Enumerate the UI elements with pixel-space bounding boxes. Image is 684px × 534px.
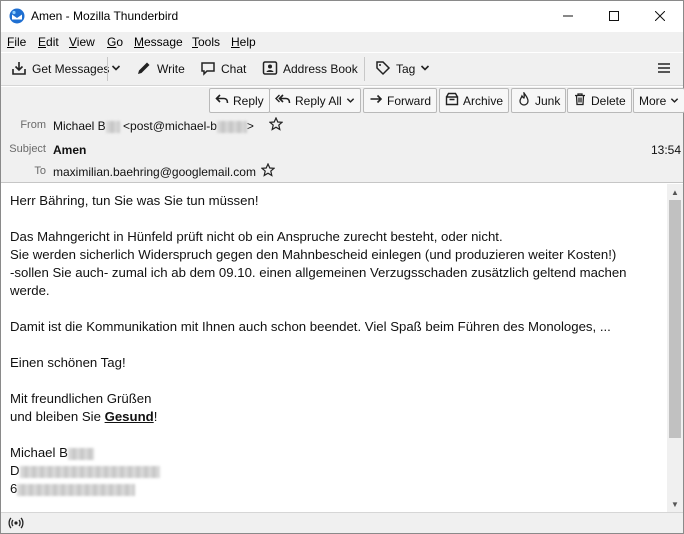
subject-value: Amen <box>53 143 87 157</box>
menu-file[interactable]: File <box>7 35 26 49</box>
redacted-text <box>105 120 120 133</box>
forward-arrow-icon <box>369 92 383 109</box>
chevron-down-icon <box>346 94 355 108</box>
message-header-pane: Reply Reply All Forward Archive Junk Del… <box>1 87 684 183</box>
online-status-icon[interactable] <box>8 516 24 533</box>
reply-all-icon <box>275 92 291 109</box>
body-line: Einen schönen Tag! <box>10 355 126 370</box>
menu-bar: File Edit View Go Message Tools Help <box>1 32 683 52</box>
to-label: To <box>34 165 46 177</box>
minimize-button[interactable] <box>545 1 591 31</box>
download-icon <box>11 60 27 79</box>
star-icon[interactable] <box>260 162 276 180</box>
menu-edit[interactable]: Edit <box>38 35 59 49</box>
body-line: und bleiben Sie Gesund! <box>10 409 158 424</box>
reply-all-button[interactable]: Reply All <box>269 88 361 113</box>
body-scrollbar[interactable]: ▲ ▼ <box>667 184 683 512</box>
title-bar[interactable]: Amen - Mozilla Thunderbird <box>1 1 683 31</box>
menu-go[interactable]: Go <box>107 35 123 49</box>
chat-bubble-icon <box>200 60 216 79</box>
flame-icon <box>517 90 531 109</box>
write-button[interactable]: Write <box>132 57 189 81</box>
chevron-down-icon <box>420 62 430 76</box>
star-icon[interactable] <box>268 116 284 134</box>
menu-tools[interactable]: Tools <box>192 35 220 49</box>
get-messages-button[interactable]: Get Messages <box>7 57 113 81</box>
reply-icon <box>215 92 229 109</box>
status-bar <box>1 512 683 533</box>
tag-button[interactable]: Tag <box>371 57 434 81</box>
scroll-up-arrow-icon[interactable]: ▲ <box>667 184 683 200</box>
signature-line: 6 <box>10 480 667 498</box>
body-line: Sie werden sicherlich Widerspruch gegen … <box>10 247 617 262</box>
redacted-text <box>216 120 247 133</box>
thunderbird-window: Amen - Mozilla Thunderbird File Edit Vie… <box>0 0 684 534</box>
body-line: Herr Bähring, tun Sie was Sie tun müssen… <box>10 193 259 208</box>
thunderbird-app-icon <box>9 8 25 24</box>
hamburger-icon <box>657 61 671 78</box>
menu-view[interactable]: View <box>69 35 95 49</box>
redacted-text <box>19 465 160 478</box>
archive-button[interactable]: Archive <box>439 88 510 113</box>
message-time: 13:54 <box>651 143 682 157</box>
trash-icon <box>573 92 587 109</box>
redacted-text <box>67 447 94 460</box>
chevron-down-icon <box>670 94 679 108</box>
chat-button[interactable]: Chat <box>196 57 250 81</box>
toolbar-split-divider <box>107 57 108 81</box>
window-title: Amen - Mozilla Thunderbird <box>31 9 179 23</box>
get-messages-dropdown[interactable] <box>109 57 123 81</box>
reply-button[interactable]: Reply <box>209 88 270 113</box>
body-line: Mit freundlichen Grüßen <box>10 391 152 406</box>
junk-button[interactable]: Junk <box>511 88 567 113</box>
address-book-icon <box>262 60 278 79</box>
pencil-icon <box>136 60 152 79</box>
menu-message[interactable]: Message <box>134 35 183 49</box>
from-value[interactable]: Michael B <post@michael-b > <box>53 119 254 133</box>
signature-name: Michael B <box>10 444 667 462</box>
subject-label: Subject <box>9 143 46 155</box>
from-name: Michael B <box>53 119 106 133</box>
signature-line: D <box>10 462 667 480</box>
from-label: From <box>20 119 46 131</box>
forward-button[interactable]: Forward <box>363 88 438 113</box>
body-line: -sollen Sie auch- zumal ich ab dem 09.10… <box>10 265 627 280</box>
toolbar-divider <box>364 57 365 81</box>
address-book-button[interactable]: Address Book <box>258 57 362 81</box>
chevron-down-icon <box>111 62 121 76</box>
from-email-suffix: > <box>246 119 254 133</box>
more-button[interactable]: More <box>633 88 684 113</box>
archive-icon <box>445 92 459 109</box>
redacted-text <box>17 483 136 496</box>
main-toolbar: Get Messages Write Chat Address Book Tag <box>1 53 683 86</box>
to-value[interactable]: maximilian.baehring@googlemail.com <box>53 165 256 179</box>
delete-button[interactable]: Delete <box>567 88 632 113</box>
scroll-down-arrow-icon[interactable]: ▼ <box>667 496 683 512</box>
maximize-button[interactable] <box>591 1 637 31</box>
scroll-thumb[interactable] <box>669 200 681 438</box>
gesund-bold: Gesund <box>104 409 154 424</box>
body-line: werde. <box>10 283 50 298</box>
body-line: Das Mahngericht in Hünfeld prüft nicht o… <box>10 229 503 244</box>
message-body[interactable]: Herr Bähring, tun Sie was Sie tun müssen… <box>1 184 667 512</box>
app-menu-button[interactable] <box>653 57 675 81</box>
close-button[interactable] <box>637 1 683 31</box>
body-line: Damit ist die Kommunikation mit Ihnen au… <box>10 319 611 334</box>
from-email-prefix: <post@michael-b <box>123 119 217 133</box>
tag-icon <box>375 60 391 79</box>
menu-help[interactable]: Help <box>231 35 256 49</box>
